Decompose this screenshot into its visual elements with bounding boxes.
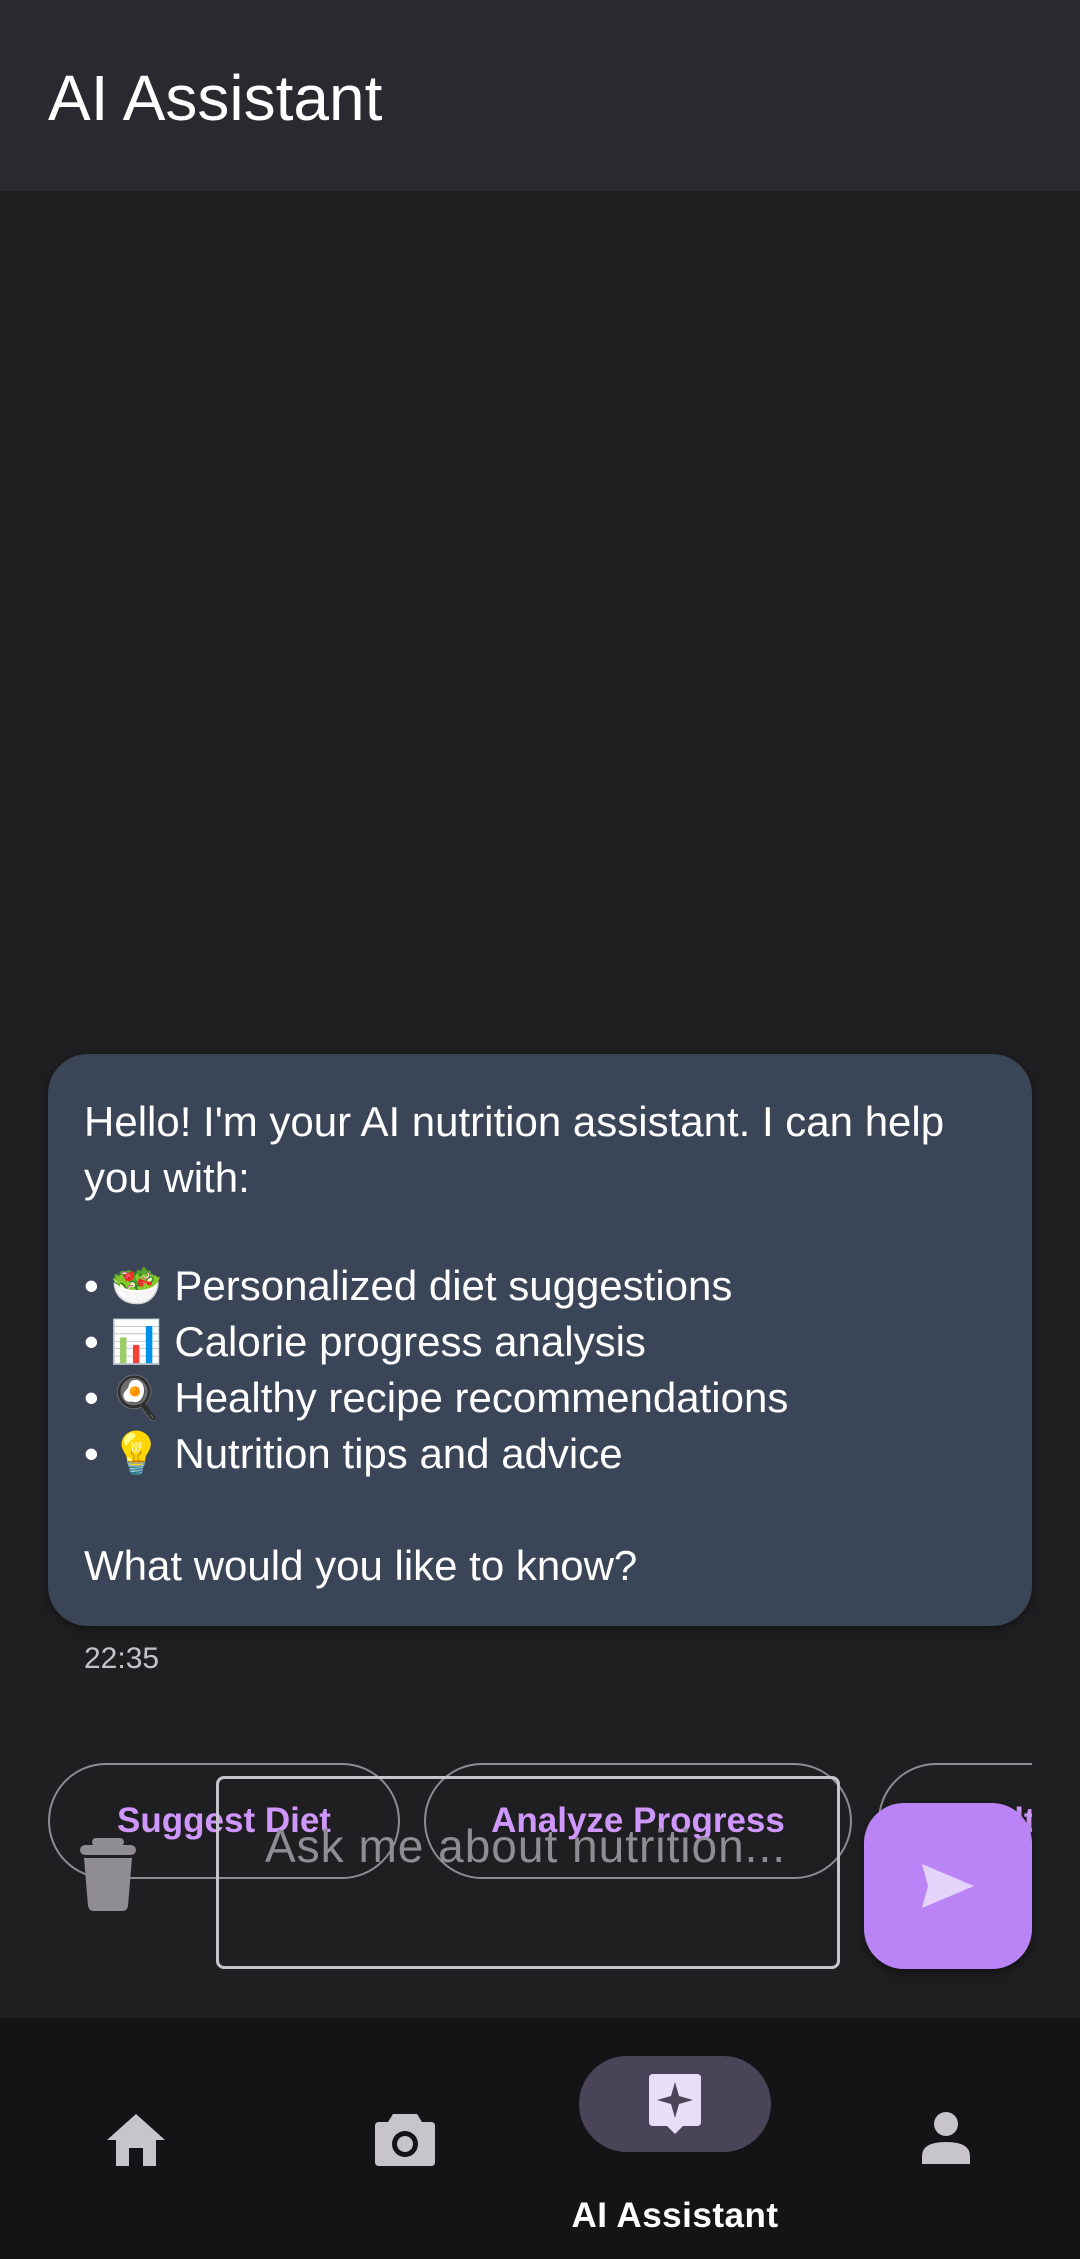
nav-item-ai-assistant[interactable]: AI Assistant [540, 2018, 810, 2259]
message-closing: What would you like to know? [84, 1542, 638, 1589]
trash-icon[interactable] [78, 1836, 138, 1912]
bottom-navigation: AI Assistant [0, 2018, 1080, 2259]
message-intro: Hello! I'm your AI nutrition assistant. … [84, 1098, 945, 1201]
person-icon [922, 2112, 970, 2164]
top-app-bar: AI Assistant [0, 0, 1080, 191]
chat-area[interactable]: Hello! I'm your AI nutrition assistant. … [0, 191, 1080, 2018]
send-icon [922, 1864, 974, 1908]
bar-chart-icon: 📊 [110, 1317, 163, 1366]
message-input[interactable]: Ask me about nutrition... [216, 1776, 840, 1969]
page-title: AI Assistant [48, 62, 383, 134]
list-item: • 💡 Nutrition tips and advice [84, 1426, 996, 1482]
list-item: • 🍳 Healthy recipe recommendations [84, 1370, 996, 1426]
camera-icon [375, 2114, 435, 2166]
home-icon [107, 2114, 165, 2166]
message-input-placeholder: Ask me about nutrition... [265, 1820, 787, 1872]
message-timestamp: 22:35 [84, 1642, 160, 1675]
salad-icon: 🥗 [110, 1261, 163, 1310]
nav-item-profile[interactable] [810, 2018, 1080, 2259]
light-bulb-icon: 💡 [110, 1429, 163, 1478]
ai-sparkle-icon [649, 2074, 701, 2134]
nav-label-ai-assistant: AI Assistant [571, 2196, 779, 2235]
list-item: • 📊 Calorie progress analysis [84, 1314, 996, 1370]
assistant-message-bubble: Hello! I'm your AI nutrition assistant. … [48, 1054, 1032, 1626]
list-item: • 🥗 Personalized diet suggestions [84, 1258, 996, 1314]
message-list: • 🥗 Personalized diet suggestions • 📊 Ca… [84, 1258, 996, 1482]
send-button[interactable] [864, 1803, 1032, 1969]
nav-item-home[interactable] [0, 2018, 270, 2259]
frying-pan-icon: 🍳 [110, 1373, 163, 1422]
assistant-message-text: Hello! I'm your AI nutrition assistant. … [84, 1094, 996, 1594]
composer: Ask me about nutrition... [0, 1776, 1080, 1976]
nav-item-camera[interactable] [270, 2018, 540, 2259]
